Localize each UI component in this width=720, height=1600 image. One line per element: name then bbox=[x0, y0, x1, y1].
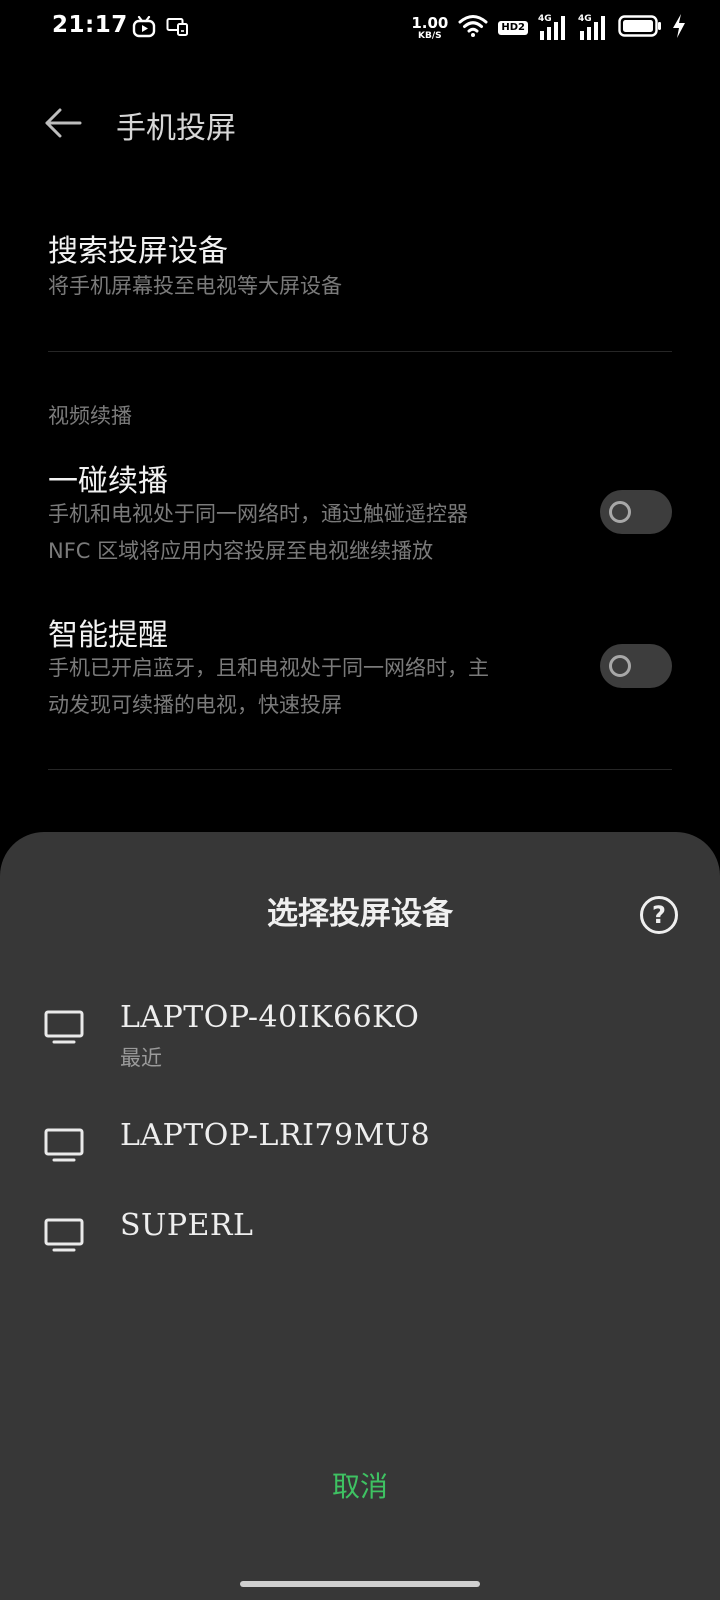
device-name: LAPTOP-40IK66KO bbox=[120, 1000, 420, 1035]
device-item[interactable]: SUPERL bbox=[0, 1200, 720, 1280]
signal-icon: 4G bbox=[538, 14, 568, 40]
charging-icon bbox=[672, 14, 686, 42]
help-icon: ? bbox=[652, 901, 666, 929]
smart-reminder-toggle[interactable] bbox=[600, 644, 672, 688]
status-bar: 21:17 1.00 KB/S HD2 4G 4G bbox=[0, 0, 720, 56]
sheet-title: 选择投屏设备 bbox=[267, 896, 453, 932]
device-item[interactable]: LAPTOP-40IK66KO 最近 bbox=[0, 992, 720, 1072]
device-subtitle: 最近 bbox=[120, 1046, 162, 1070]
device-name: LAPTOP-LRI79MU8 bbox=[120, 1118, 431, 1153]
tap-continue-description-line2: NFC 区域将应用内容投屏至电视继续播放 bbox=[48, 539, 434, 563]
search-cast-description: 将手机屏幕投至电视等大屏设备 bbox=[48, 274, 342, 298]
hd-volte-icon: HD2 bbox=[498, 21, 528, 35]
help-button[interactable]: ? bbox=[640, 896, 678, 934]
wifi-icon bbox=[458, 14, 488, 42]
divider bbox=[48, 769, 672, 770]
signal-icon: 4G bbox=[578, 14, 608, 40]
smart-reminder-description-line2: 动发现可续播的电视，快速投屏 bbox=[48, 693, 342, 717]
select-cast-device-sheet: 选择投屏设备 ? LAPTOP-40IK66KO 最近 LAPTOP-LRI79… bbox=[0, 832, 720, 1600]
section-label-video-continue: 视频续播 bbox=[48, 404, 132, 428]
tv-icon bbox=[44, 1010, 84, 1044]
tap-continue-description-line1: 手机和电视处于同一网络时，通过触碰遥控器 bbox=[48, 502, 468, 526]
tv-icon bbox=[44, 1128, 84, 1162]
net-speed-unit: KB/S bbox=[418, 30, 442, 41]
search-cast-title: 搜索投屏设备 bbox=[48, 234, 228, 269]
smart-reminder-description-line1: 手机已开启蓝牙，且和电视处于同一网络时，主 bbox=[48, 656, 489, 680]
tap-continue-title: 一碰续播 bbox=[48, 464, 168, 499]
device-name: SUPERL bbox=[120, 1208, 254, 1243]
status-icons: 1.00 KB/S HD2 4G 4G bbox=[411, 12, 686, 44]
bilibili-icon bbox=[132, 15, 156, 42]
home-indicator[interactable] bbox=[240, 1581, 480, 1587]
toggle-knob bbox=[609, 655, 631, 677]
status-time: 21:17 bbox=[52, 12, 128, 38]
page-title: 手机投屏 bbox=[116, 111, 236, 146]
tv-icon bbox=[44, 1218, 84, 1252]
net-speed: 1.00 KB/S bbox=[411, 13, 449, 41]
divider bbox=[48, 351, 672, 352]
toggle-knob bbox=[609, 501, 631, 523]
back-button[interactable] bbox=[40, 100, 86, 146]
battery-icon bbox=[618, 15, 662, 41]
device-item[interactable]: LAPTOP-LRI79MU8 bbox=[0, 1110, 720, 1190]
smart-reminder-title: 智能提醒 bbox=[48, 618, 168, 653]
screen-cast-icon bbox=[166, 16, 190, 42]
tap-continue-toggle[interactable] bbox=[600, 490, 672, 534]
net-speed-value: 1.00 bbox=[411, 13, 449, 32]
cancel-button[interactable]: 取消 bbox=[260, 1460, 460, 1510]
back-arrow-icon bbox=[45, 108, 82, 138]
